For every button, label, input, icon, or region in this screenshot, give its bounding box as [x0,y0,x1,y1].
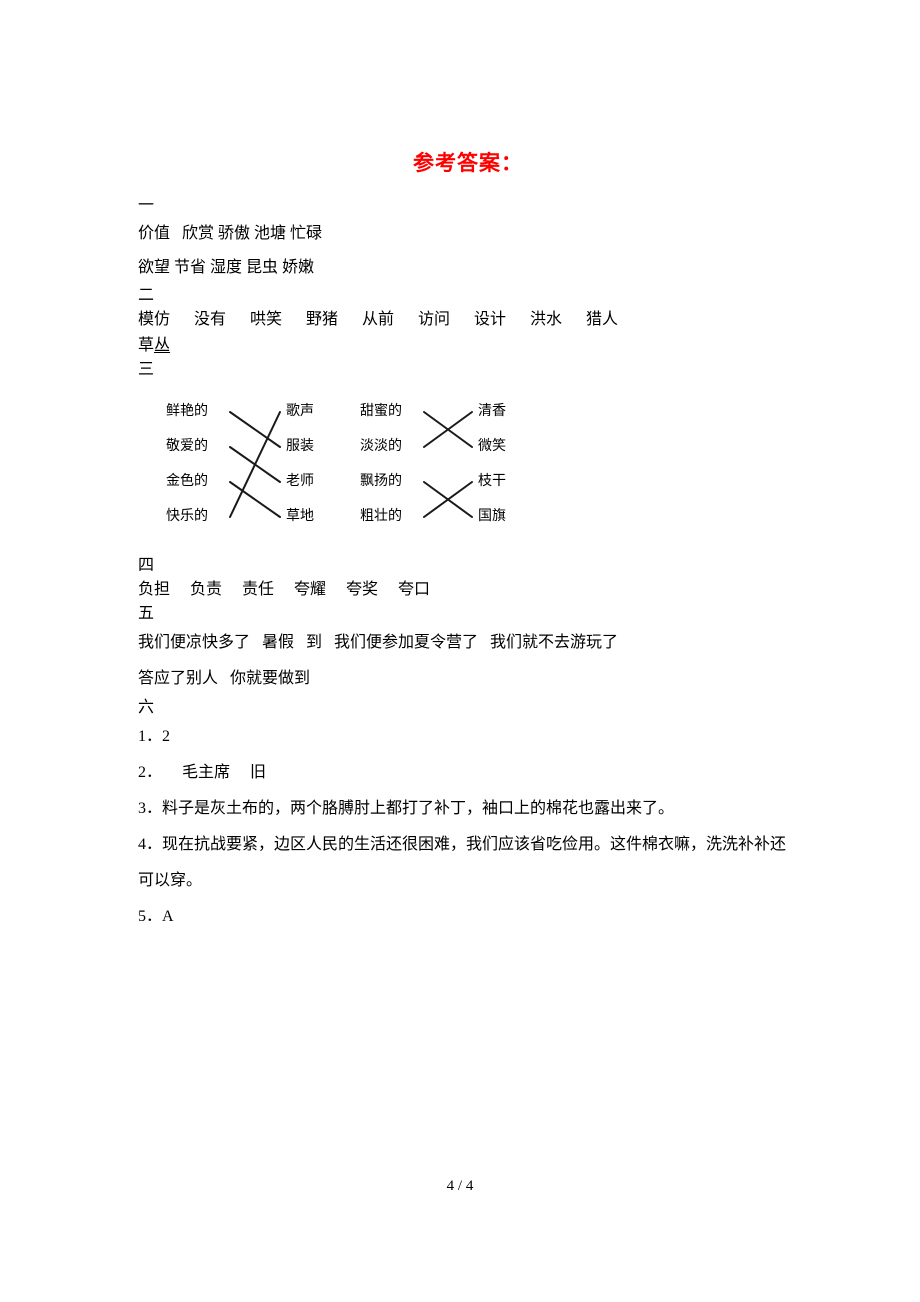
matching-connector-line [229,411,281,519]
section-four-line-1: 负担 负责 责任 夸耀 夸奖 夸口 [138,581,431,599]
matching-right-word[interactable]: 清香 [478,404,506,420]
section-six-item: 1．2 [138,728,171,746]
section-five-line-1: 我们便凉快多了 暑假 到 我们便参加夏令营了 我们就不去游玩了 [138,634,619,652]
matching-left-word[interactable]: 金色的 [166,474,208,490]
matching-right-word[interactable]: 微笑 [478,439,506,455]
matching-right-word[interactable]: 草地 [286,509,314,525]
section-two-word-underlined: 丛 [154,337,171,355]
section-number-one: 一 [138,197,155,215]
page-content: 参考答案： 一 价值 欣赏 骄傲 池塘 忙碌 欲望 节省 湿度 昆虫 娇嫩 二 … [138,150,798,935]
section-two-word-prefix: 草 [138,337,155,355]
matching-right-word[interactable]: 国旗 [478,509,506,525]
matching-left-word[interactable]: 鲜艳的 [166,404,208,420]
page-number-footer: 4 / 4 [446,1178,474,1194]
matching-left-word[interactable]: 飘扬的 [360,474,402,490]
matching-exercise: 鲜艳的敬爱的金色的快乐的 歌声服装老师草地 甜蜜的淡淡的飘扬的粗壮的 清香微笑枝干国旗 [138,399,798,549]
matching-left-word[interactable]: 甜蜜的 [360,404,402,420]
section-one-line-2: 欲望 节省 湿度 昆虫 娇嫩 [138,259,315,277]
section-number-three: 三 [138,361,155,379]
matching-right-word[interactable]: 枝干 [478,474,506,490]
matching-left-word[interactable]: 粗壮的 [360,509,402,525]
section-number-five: 五 [138,605,155,623]
section-one-line-1: 价值 欣赏 骄傲 池塘 忙碌 [138,225,323,243]
section-two-line-2: 草丛 [138,333,798,359]
matching-lines-left-group [229,411,281,519]
matching-left-word[interactable]: 快乐的 [166,509,208,525]
matching-right-word[interactable]: 老师 [286,474,314,490]
section-number-four: 四 [138,557,155,575]
matching-left-word[interactable]: 淡淡的 [360,439,402,455]
section-six-item: 2． 毛主席 旧 [138,764,267,782]
section-six-item: 5．A [138,908,174,926]
section-six-item: 3．料子是灰土布的，两个胳膊肘上都打了补丁，袖口上的棉花也露出来了。 [138,800,675,818]
matching-left-word[interactable]: 敬爱的 [166,439,208,455]
matching-right-word[interactable]: 服装 [286,439,314,455]
section-number-two: 二 [138,287,155,305]
matching-right-word[interactable]: 歌声 [286,404,314,420]
section-two-line-1: 模仿 没有 哄笑 野猪 从前 访问 设计 洪水 猎人 [138,311,619,329]
answer-key-page: 参考答案： 一 价值 欣赏 骄傲 池塘 忙碌 欲望 节省 湿度 昆虫 娇嫩 二 … [0,0,920,1302]
section-five-line-2: 答应了别人 你就要做到 [138,670,311,688]
section-six-answer-list: 1．2 2． 毛主席 旧 3．料子是灰土布的，两个胳膊肘上都打了补丁，袖口上的棉花也… [138,719,798,935]
section-number-six: 六 [138,699,155,717]
section-six-item: 4．现在抗战要紧，边区人民的生活还很困难，我们应该省吃俭用。这件棉衣嘛，洗洗补补… [138,836,787,890]
matching-lines-svg [229,411,473,519]
page-title: 参考答案： [413,151,523,175]
matching-lines-right-group [423,411,473,519]
